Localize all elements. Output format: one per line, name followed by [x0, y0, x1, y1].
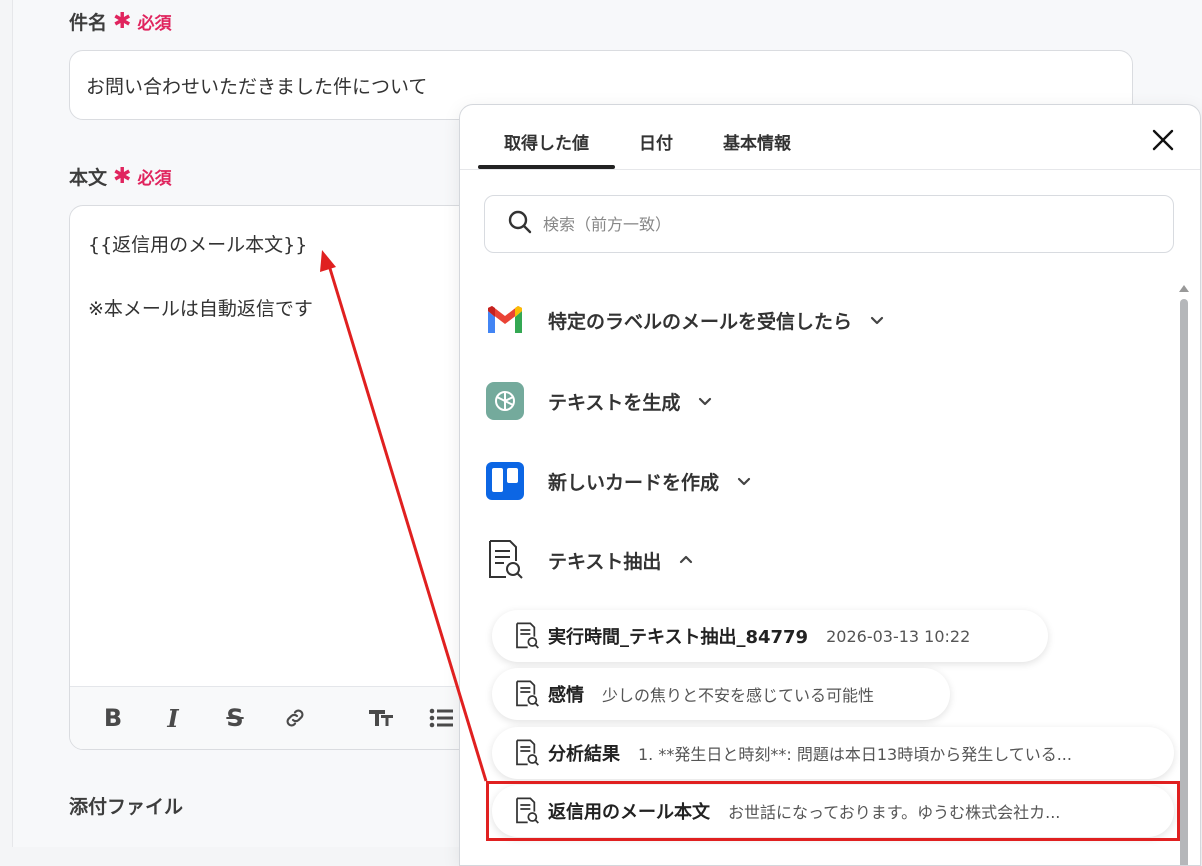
- body-line-1: {{返信用のメール本文}}: [88, 234, 308, 256]
- attachment-label: 添付ファイル: [69, 796, 184, 818]
- required-text: 必須: [137, 14, 172, 34]
- search-box[interactable]: [484, 195, 1174, 253]
- value-item-value: 2026-03-13 10:22: [826, 626, 971, 646]
- scroll-up-icon[interactable]: [1179, 285, 1189, 292]
- subject-input-value: お問い合わせいただきました件について: [86, 75, 428, 98]
- subject-label-text: 件名: [69, 12, 108, 34]
- document-search-icon: [516, 739, 539, 766]
- subject-label: 件名 ✱ 必須: [69, 8, 171, 35]
- chatgpt-icon: [486, 382, 524, 420]
- group-label: テキストを生成: [548, 391, 681, 414]
- group-generate-text[interactable]: テキストを生成: [486, 382, 714, 420]
- close-icon[interactable]: [1148, 125, 1178, 155]
- link-icon[interactable]: [278, 701, 312, 735]
- active-tab-indicator: [478, 165, 615, 169]
- required-star-icon: ✱: [113, 8, 132, 34]
- gmail-icon: [486, 301, 524, 339]
- value-item-value: 1. **発生日と時刻**: 問題は本日13時頃から発生している...: [638, 745, 1072, 764]
- search-input[interactable]: [541, 213, 1145, 235]
- value-item-name: 実行時間_テキスト抽出_84779: [548, 627, 809, 648]
- trello-icon: [486, 462, 524, 500]
- panel-tabs: 取得した値 日付 基本情報: [460, 105, 1200, 170]
- group-label: テキスト抽出: [548, 550, 662, 573]
- highlight-box: [486, 781, 1180, 841]
- scroll-thumb[interactable]: [1180, 299, 1188, 865]
- chevron-down-icon: [870, 316, 884, 325]
- chevron-up-icon: [680, 555, 693, 564]
- required-text: 必須: [137, 169, 172, 189]
- document-search-icon: [486, 540, 524, 579]
- value-item-name: 感情: [548, 685, 584, 706]
- group-label: 特定のラベルのメールを受信したら: [548, 310, 853, 333]
- panel-scrollbar[interactable]: [1178, 285, 1189, 865]
- body-editor[interactable]: {{返信用のメール本文}} ※本メールは自動返信です B I S: [69, 205, 489, 750]
- font-size-icon[interactable]: [364, 701, 398, 735]
- group-gmail-trigger[interactable]: 特定のラベルのメールを受信したら: [486, 301, 886, 339]
- document-search-icon: [516, 680, 539, 707]
- body-label: 本文 ✱ 必須: [69, 163, 171, 190]
- bold-icon[interactable]: B: [96, 701, 130, 735]
- variable-picker-panel: 取得した値 日付 基本情報 特定のラベルのメールを受信したら: [459, 104, 1201, 866]
- value-item-execution-time[interactable]: 実行時間_テキスト抽出_84779 2026-03-13 10:22: [492, 610, 1048, 662]
- tab-date[interactable]: 日付: [639, 129, 673, 154]
- value-item-emotion[interactable]: 感情 少しの焦りと不安を感じている可能性: [492, 668, 950, 720]
- editor-toolbar: B I S: [70, 686, 488, 749]
- group-label: 新しいカードを作成: [548, 471, 720, 494]
- strikethrough-icon[interactable]: S: [218, 701, 252, 735]
- group-create-card[interactable]: 新しいカードを作成: [486, 462, 753, 500]
- tab-basic-info[interactable]: 基本情報: [723, 129, 791, 154]
- group-text-extraction[interactable]: テキスト抽出: [486, 540, 695, 579]
- search-icon: [507, 209, 533, 239]
- required-star-icon: ✱: [113, 163, 132, 189]
- chevron-down-icon: [699, 397, 712, 406]
- value-item-name: 分析結果: [548, 744, 620, 765]
- chevron-down-icon: [737, 477, 751, 486]
- body-line-2: ※本メールは自動返信です: [88, 298, 313, 320]
- document-search-icon: [516, 622, 539, 649]
- value-item-value: 少しの焦りと不安を感じている可能性: [602, 686, 875, 705]
- bullet-list-icon[interactable]: [424, 701, 458, 735]
- body-label-text: 本文: [69, 167, 108, 189]
- tab-acquired-values[interactable]: 取得した値: [504, 129, 589, 154]
- italic-icon[interactable]: I: [156, 701, 190, 735]
- value-item-analysis[interactable]: 分析結果 1. **発生日と時刻**: 問題は本日13時頃から発生している...: [492, 727, 1174, 779]
